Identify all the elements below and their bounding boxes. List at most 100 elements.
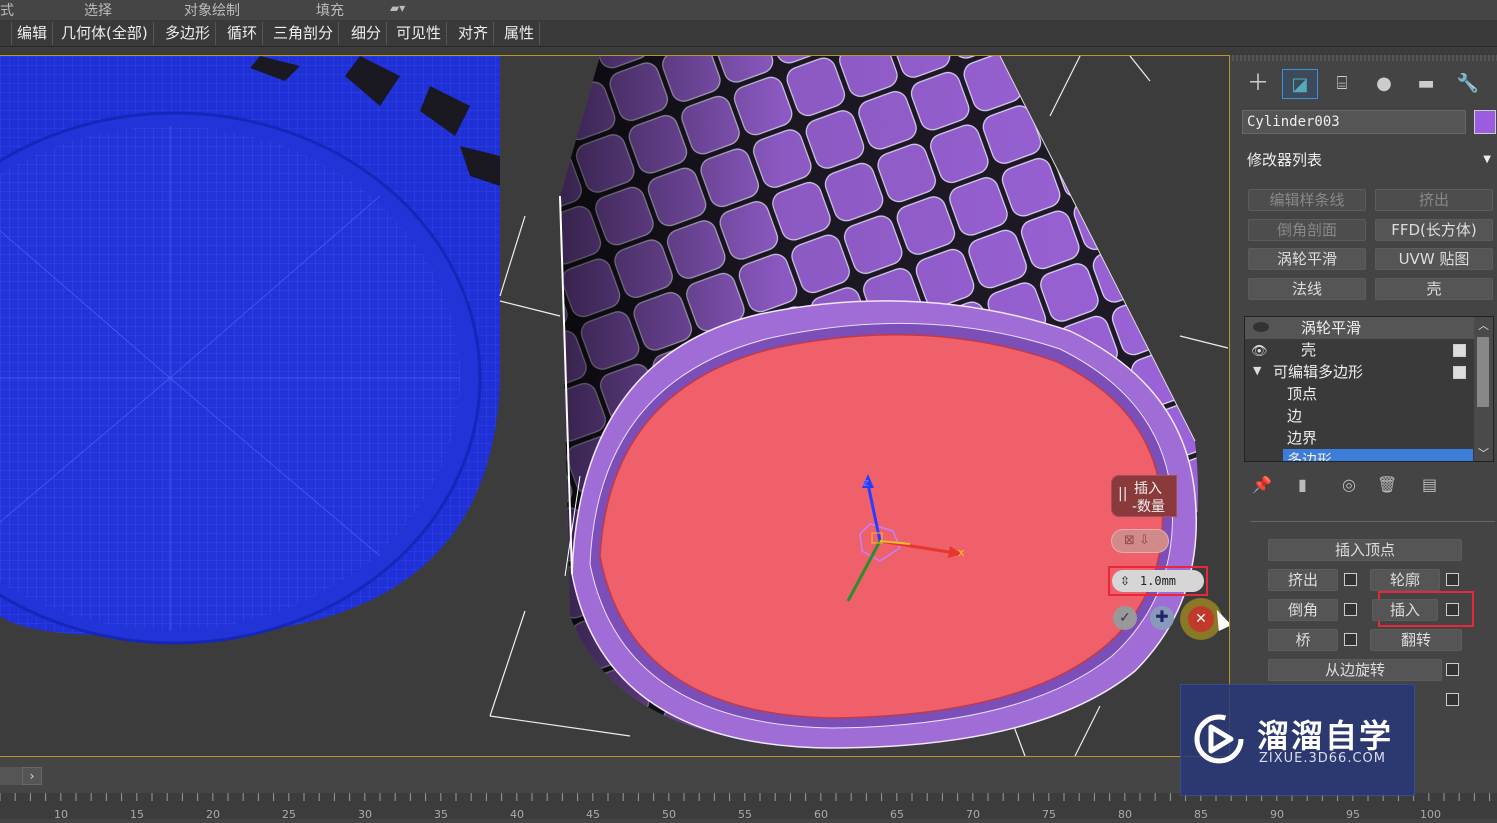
tick-label: 15 xyxy=(130,808,144,821)
next-frame-icon[interactable]: › xyxy=(22,767,42,785)
display-tab-icon[interactable]: ▬ xyxy=(1408,69,1444,99)
mod-edit-spline-button[interactable]: 编辑样条线 xyxy=(1248,189,1366,211)
stack-item-border[interactable]: 边界 xyxy=(1287,427,1317,449)
extrude-settings-icon[interactable] xyxy=(1344,573,1357,586)
caddy-ok-icon[interactable]: ✓ xyxy=(1113,606,1137,630)
ribbon-geometry-all[interactable]: 几何体(全部) xyxy=(56,22,154,45)
selected-polygon-face[interactable] xyxy=(599,333,1164,719)
gizmo-x-label: x xyxy=(958,546,965,559)
perspective-viewport[interactable]: z x || 插入 -数量 ⊠ ⇩ ⇳ 1.0mm ✓ ✚ ✕ xyxy=(0,55,1230,757)
bevel-settings-icon[interactable] xyxy=(1344,603,1357,616)
configure-sets-icon[interactable]: ▤ xyxy=(1422,475,1437,494)
caddy-value[interactable]: 1.0mm xyxy=(1140,574,1176,588)
stack-item-turbosmooth[interactable]: 涡轮平滑 xyxy=(1245,317,1475,339)
tick-label: 30 xyxy=(358,808,372,821)
ribbon-visibility[interactable]: 可见性 xyxy=(391,22,448,45)
stack-item-polygon[interactable]: 多边形 xyxy=(1283,449,1473,461)
ribbon-loop[interactable]: 循环 xyxy=(222,22,264,45)
dropdown-icon[interactable]: ▰▾ xyxy=(390,1,405,15)
caddy-title-box[interactable]: || 插入 -数量 xyxy=(1111,475,1177,517)
time-slider[interactable] xyxy=(0,767,22,785)
ribbon-edit[interactable]: 编辑 xyxy=(12,22,54,45)
tick-label: 10 xyxy=(54,808,68,821)
modifier-list-dropdown[interactable]: 修改器列表 ▼ xyxy=(1242,149,1496,173)
utilities-tab-icon[interactable]: 🔧 xyxy=(1450,69,1486,99)
command-panel: ＋ ◪ ⌸ ● ▬ 🔧 Cylinder003 修改器列表 ▼ 编辑样条线 挤出… xyxy=(1232,55,1497,757)
caddy-amount-field[interactable]: ⇳ 1.0mm xyxy=(1108,566,1208,596)
ribbon-separator xyxy=(0,22,12,45)
tick-label: 70 xyxy=(966,808,980,821)
mod-turbosmooth-button[interactable]: 涡轮平滑 xyxy=(1248,248,1366,270)
extrude-spline-settings-icon[interactable] xyxy=(1446,693,1459,706)
tick-label: 65 xyxy=(890,808,904,821)
stack-scrollbar[interactable]: ︿ ﹀ xyxy=(1474,317,1493,461)
hierarchy-tab-icon[interactable]: ⌸ xyxy=(1324,69,1360,99)
spinner-icon[interactable]: ⇳ xyxy=(1120,574,1130,588)
tick-label: 95 xyxy=(1346,808,1360,821)
eye-icon[interactable]: 👁 xyxy=(1251,344,1268,359)
extrude-button[interactable]: 挤出 xyxy=(1268,569,1338,591)
inset-button[interactable]: 插入 xyxy=(1372,599,1438,621)
stack-item-vertex[interactable]: 顶点 xyxy=(1287,383,1317,405)
chevron-down-icon: ▼ xyxy=(1483,154,1491,165)
bridge-settings-icon[interactable] xyxy=(1344,633,1357,646)
mod-normal-button[interactable]: 法线 xyxy=(1248,278,1366,300)
mod-ffd-box-button[interactable]: FFD(长方体) xyxy=(1375,219,1493,241)
caddy-cancel-icon[interactable]: ✕ xyxy=(1188,606,1214,632)
insert-vertex-button[interactable]: 插入顶点 xyxy=(1268,539,1462,561)
caddy-mode-dropdown[interactable]: ⊠ ⇩ xyxy=(1111,529,1169,553)
mod-shell-button[interactable]: 壳 xyxy=(1375,278,1493,300)
caddy-title: 插入 xyxy=(1134,481,1162,497)
ribbon-polygon[interactable]: 多边形 xyxy=(160,22,217,45)
outline-button[interactable]: 轮廓 xyxy=(1370,569,1440,591)
ribbon-properties[interactable]: 属性 xyxy=(499,22,541,45)
stack-item-edge[interactable]: 边 xyxy=(1287,405,1302,427)
hinge-settings-icon[interactable] xyxy=(1446,663,1459,676)
inset-settings-icon[interactable] xyxy=(1446,603,1459,616)
inset-caddy: || 插入 -数量 ⊠ ⇩ ⇳ 1.0mm ✓ ✚ ✕ xyxy=(1108,473,1229,633)
expand-arrow-icon[interactable]: ▼ xyxy=(1253,364,1261,377)
create-tab-icon[interactable]: ＋ xyxy=(1240,69,1276,99)
stack-item-editable-poly[interactable]: 可编辑多边形 xyxy=(1245,361,1475,383)
make-unique-icon[interactable]: ◎ xyxy=(1342,475,1356,494)
stack-item-shell[interactable]: 壳 xyxy=(1245,339,1475,361)
tick-label: 80 xyxy=(1118,808,1132,821)
hinge-from-edge-button[interactable]: 从边旋转 xyxy=(1268,659,1442,681)
object-name-field[interactable]: Cylinder003 xyxy=(1242,110,1466,134)
mod-extrude-button[interactable]: 挤出 xyxy=(1375,189,1493,211)
menu-item[interactable]: 式 xyxy=(0,0,14,20)
scroll-thumb[interactable] xyxy=(1477,337,1489,407)
frame-ruler[interactable]: 10 15 20 25 30 35 40 45 50 55 60 65 70 7… xyxy=(0,793,1497,821)
ribbon-triangulate[interactable]: 三角剖分 xyxy=(268,22,340,45)
menu-item-select[interactable]: 选择 xyxy=(84,0,112,20)
scroll-down-icon[interactable]: ﹀ xyxy=(1474,445,1493,461)
show-end-result-icon[interactable]: ▮ xyxy=(1298,475,1307,494)
caddy-apply-icon[interactable]: ✚ xyxy=(1150,606,1174,630)
motion-tab-icon[interactable]: ● xyxy=(1366,69,1402,99)
mod-uvw-map-button[interactable]: UVW 贴图 xyxy=(1375,248,1493,270)
flip-button[interactable]: 翻转 xyxy=(1370,629,1462,651)
menu-item-object-paint[interactable]: 对象绘制 xyxy=(184,0,240,20)
bevel-button[interactable]: 倒角 xyxy=(1268,599,1338,621)
menu-item-fill[interactable]: 填充 xyxy=(316,0,344,20)
scroll-up-icon[interactable]: ︿ xyxy=(1474,317,1493,333)
mod-bevel-profile-button[interactable]: 倒角剖面 xyxy=(1248,219,1366,241)
tick-label: 90 xyxy=(1270,808,1284,821)
modify-tab-icon[interactable]: ◪ xyxy=(1282,69,1318,99)
gizmo-z-label: z xyxy=(863,476,869,489)
panel-divider xyxy=(1250,521,1495,522)
bridge-button[interactable]: 桥 xyxy=(1268,629,1338,651)
pin-stack-icon[interactable]: 📌 xyxy=(1252,475,1272,494)
stack-toggle[interactable] xyxy=(1453,366,1466,379)
stack-toggle[interactable] xyxy=(1453,344,1466,357)
ribbon-subdivide[interactable]: 细分 xyxy=(346,22,388,45)
outline-settings-icon[interactable] xyxy=(1446,573,1459,586)
tick-label: 25 xyxy=(282,808,296,821)
object-color-swatch[interactable] xyxy=(1474,110,1496,134)
eye-icon[interactable] xyxy=(1253,322,1269,332)
tick-label: 45 xyxy=(586,808,600,821)
remove-modifier-icon[interactable]: 🗑 xyxy=(1377,475,1397,494)
panel-grip xyxy=(1232,55,1497,61)
play-logo-icon xyxy=(1194,714,1244,764)
ribbon-align[interactable]: 对齐 xyxy=(453,22,495,45)
